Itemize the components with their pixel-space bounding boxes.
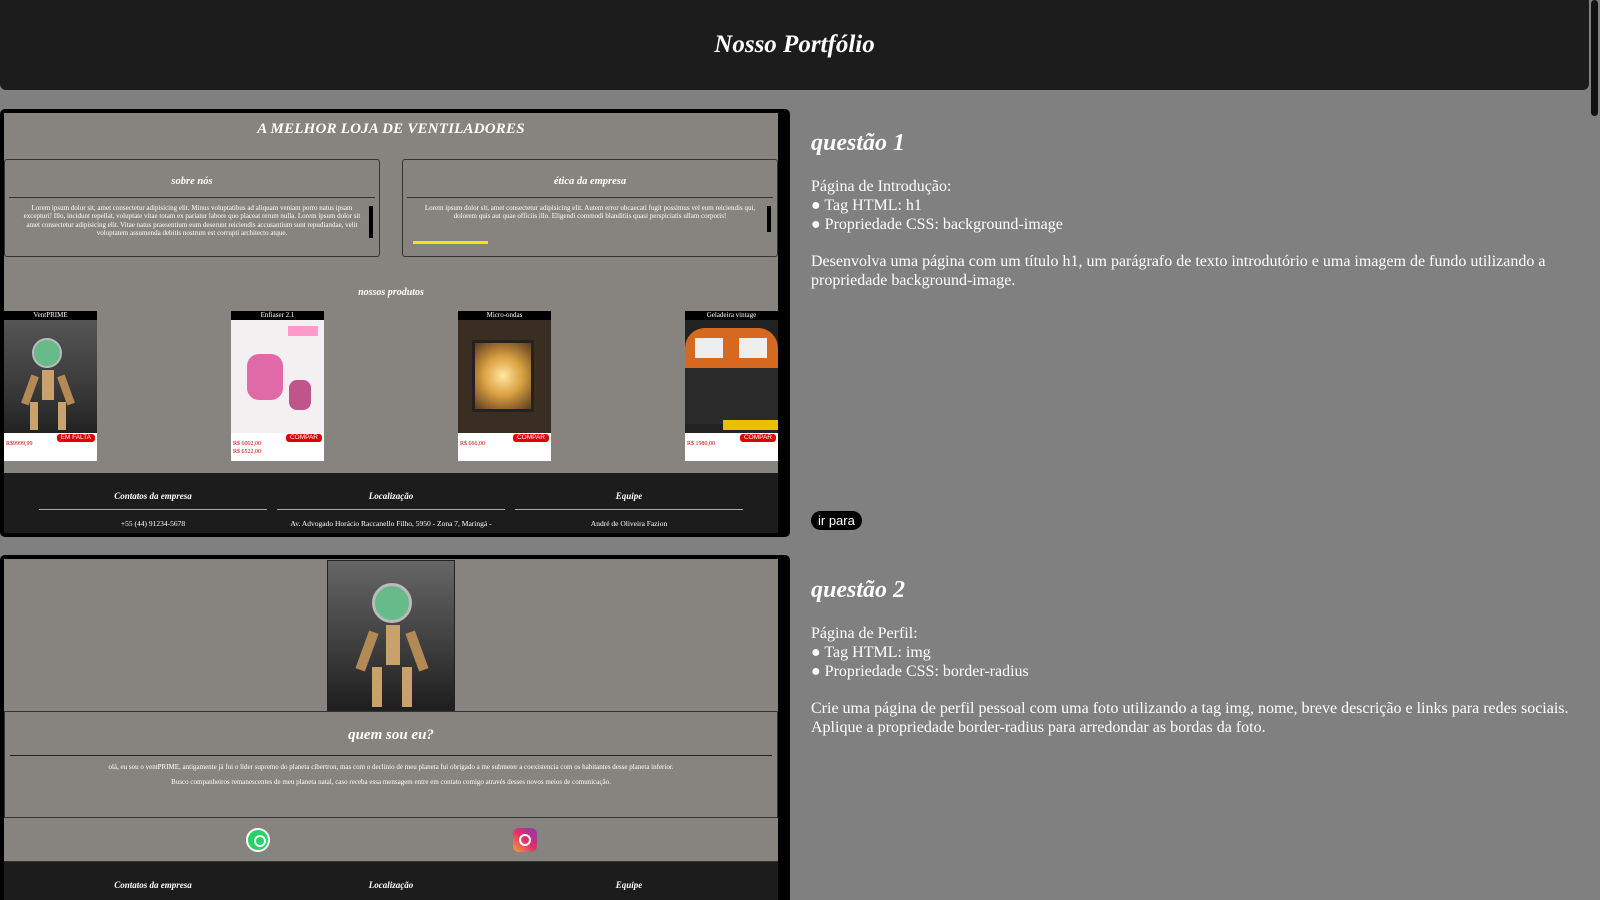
- footer-team-title: Equipe: [515, 473, 743, 510]
- q2-requirements: Página de Perfil: ● Tag HTML: img ● Prop…: [811, 624, 1591, 681]
- social-links: [4, 818, 778, 862]
- footer-team-title: Equipe: [615, 880, 643, 890]
- q1-description: Desenvolva uma página com um título h1, …: [811, 253, 1546, 289]
- footer-team: Equipe: [515, 862, 743, 900]
- microwave-image: [458, 320, 551, 433]
- product-card[interactable]: Micro-ondas R$ 666,00 COMPAR: [458, 311, 551, 461]
- product-footer: R$ 6002,00 R$ 6522,00 COMPAR: [231, 433, 324, 461]
- product-price: R$ 666,00: [460, 441, 486, 447]
- avatar: [327, 560, 455, 711]
- footer-location-text: Av. Advogado Horácio Raccanello Filho, 5…: [290, 519, 492, 528]
- info-boxes: sobre nós Lorem ipsum dolor sit, amet co…: [4, 159, 778, 257]
- about-me-title: quem sou eu?: [10, 712, 772, 756]
- scrollbar-thumb[interactable]: [1591, 0, 1598, 116]
- highlight-bar: [413, 241, 488, 244]
- q2-intro-line: Página de Perfil:: [811, 625, 918, 642]
- footer-location: Localização: [277, 862, 505, 900]
- product-footer: R$ 666,00 COMPAR: [458, 433, 551, 461]
- about-me-line: Busco companheiros remanescentes de meu …: [171, 778, 611, 786]
- buy-button[interactable]: COMPAR: [739, 434, 776, 443]
- footer-contacts-title: Contatos da empresa: [39, 473, 267, 510]
- about-scrollbar[interactable]: [369, 206, 373, 238]
- product-price: R$ 1980,00: [687, 441, 716, 447]
- about-text: Lorem ipsum dolor sit, amet consectetur …: [23, 204, 361, 238]
- ethics-scrollbar[interactable]: [767, 206, 771, 232]
- page-header: Nosso Portfólio: [0, 0, 1589, 90]
- q1-preview-frame[interactable]: A MELHOR LOJA DE VENTILADORES sobre nós …: [0, 109, 790, 537]
- product-name: Geladeira vintage: [685, 311, 778, 320]
- ethics-text: Lorem ipsum dolor sit, amet consectetur …: [424, 204, 756, 221]
- footer-team: Equipe André de Oliveira Fazion: [515, 473, 743, 533]
- footer-team-text: André de Oliveira Fazion: [590, 519, 668, 528]
- product-price: R$9999,99: [6, 441, 33, 447]
- q1-tag-line: ● Tag HTML: h1: [811, 197, 922, 214]
- product-card[interactable]: VentPRIME R$9999,99 EM FALTA: [4, 311, 97, 461]
- about-title: sobre nós: [9, 160, 375, 198]
- footer-contacts: Contatos da empresa +55 (44) 91234-5678: [39, 473, 267, 533]
- fan-robot-image: [4, 320, 97, 433]
- product-card[interactable]: Geladeira vintage R$ 1980,00 COMPAR: [685, 311, 778, 461]
- q1-requirements: Página de Introdução: ● Tag HTML: h1 ● P…: [811, 177, 1591, 234]
- q2-description-block: questão 2 Página de Perfil: ● Tag HTML: …: [811, 577, 1591, 737]
- about-me-line: olá, eu sou o ventPRIME, antigamente já …: [108, 763, 674, 771]
- footer-location-title: Localização: [277, 473, 505, 510]
- about-box: sobre nós Lorem ipsum dolor sit, amet co…: [4, 159, 380, 257]
- q2-preview-page: quem sou eu? olá, eu sou o ventPRIME, an…: [4, 559, 778, 900]
- footer-location-title: Localização: [368, 880, 414, 890]
- products-title: nossos produtos: [358, 287, 424, 298]
- whatsapp-icon[interactable]: [245, 827, 270, 852]
- go-to-button[interactable]: ir para: [811, 511, 862, 530]
- q1-preview-page: A MELHOR LOJA DE VENTILADORES sobre nós …: [4, 113, 778, 533]
- q2-tag-line: ● Tag HTML: img: [811, 644, 931, 661]
- product-footer: R$9999,99 EM FALTA: [4, 433, 97, 461]
- footer-contacts-text: +55 (44) 91234-5678: [120, 519, 186, 528]
- product-list: VentPRIME R$9999,99 EM FALTA Enfiaser 2.…: [4, 311, 778, 461]
- about-me-section: quem sou eu? olá, eu sou o ventPRIME, an…: [4, 712, 778, 818]
- air-fryer-image: [231, 320, 324, 433]
- q2-preview-footer: Contatos da empresa Localização Equipe: [4, 862, 778, 900]
- instagram-icon[interactable]: [512, 827, 537, 852]
- product-price: R$ 6002,00: [233, 441, 262, 447]
- q1-preview-title: A MELHOR LOJA DE VENTILADORES: [257, 121, 525, 137]
- ethics-title: ética da empresa: [407, 160, 773, 198]
- ethics-box: ética da empresa Lorem ipsum dolor sit, …: [402, 159, 778, 257]
- product-name: Enfiaser 2.1: [231, 311, 324, 320]
- buy-button[interactable]: COMPAR: [285, 434, 322, 443]
- q1-heading: questão 1: [811, 130, 906, 156]
- avatar-section: [4, 559, 778, 712]
- product-footer: R$ 1980,00 COMPAR: [685, 433, 778, 461]
- product-card[interactable]: Enfiaser 2.1 R$ 6002,00 R$ 6522,00 COMPA…: [231, 311, 324, 461]
- q2-description: Crie uma página de perfil pessoal com um…: [811, 700, 1569, 736]
- page-title: Nosso Portfólio: [714, 31, 875, 58]
- q1-description-block: questão 1 Página de Introdução: ● Tag HT…: [811, 130, 1591, 290]
- vintage-fridge-image: [685, 320, 778, 433]
- q1-preview-footer: Contatos da empresa +55 (44) 91234-5678 …: [4, 473, 778, 533]
- product-name: VentPRIME: [4, 311, 97, 320]
- q1-css-line: ● Propriedade CSS: background-image: [811, 216, 1063, 233]
- product-name: Micro-ondas: [458, 311, 551, 320]
- q1-intro-line: Página de Introdução:: [811, 178, 952, 195]
- footer-contacts: Contatos da empresa: [39, 862, 267, 900]
- buy-button[interactable]: EM FALTA: [56, 434, 95, 443]
- footer-contacts-title: Contatos da empresa: [114, 880, 192, 890]
- q2-preview-frame[interactable]: quem sou eu? olá, eu sou o ventPRIME, an…: [0, 555, 790, 900]
- footer-location: Localização Av. Advogado Horácio Raccane…: [277, 473, 505, 533]
- product-price-old: R$ 6522,00: [233, 448, 262, 455]
- buy-button[interactable]: COMPAR: [512, 434, 549, 443]
- q2-heading: questão 2: [811, 577, 906, 603]
- q2-css-line: ● Propriedade CSS: border-radius: [811, 663, 1029, 680]
